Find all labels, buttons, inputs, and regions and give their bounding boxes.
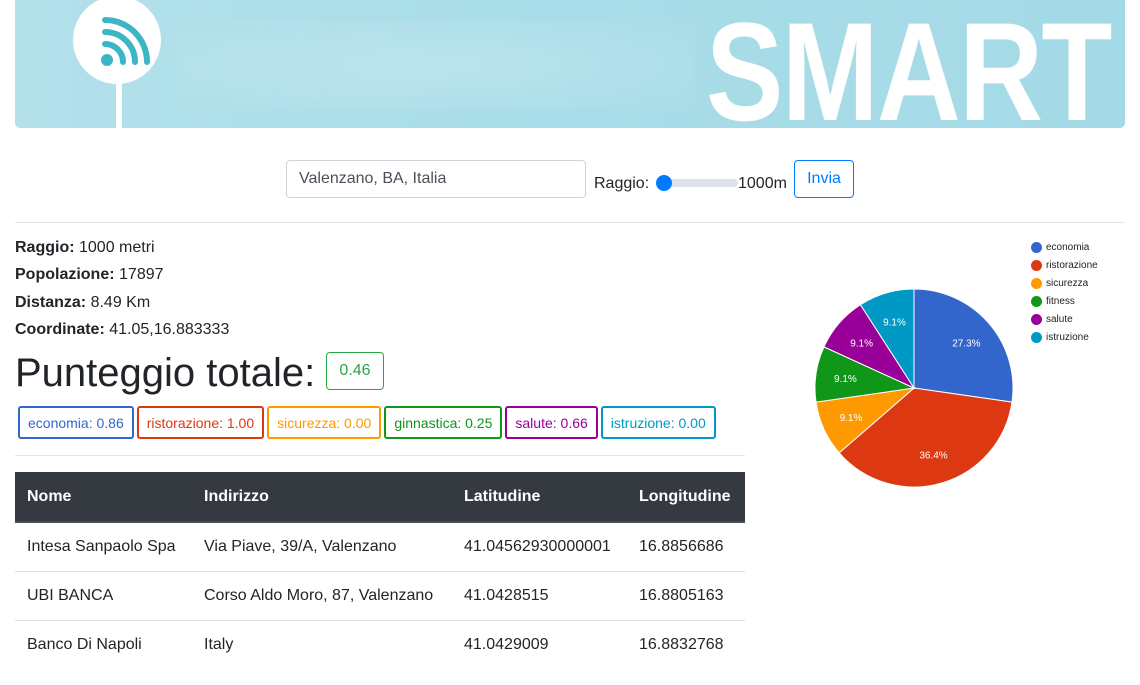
- divider: [15, 222, 1125, 223]
- category-badge-economia: economia: 0.86: [18, 406, 134, 439]
- radius-slider-thumb[interactable]: [656, 175, 672, 191]
- pie-label-economia: 27.3%: [952, 339, 980, 350]
- category-badge-ristorazione: ristorazione: 1.00: [136, 406, 265, 439]
- wifi-icon: [101, 17, 150, 66]
- pie-label-ristorazione: 36.4%: [919, 450, 947, 461]
- header-banner: SMART: [15, 0, 1125, 128]
- legend-label: ristorazione: [1046, 259, 1098, 271]
- column-header: Nome: [15, 472, 192, 523]
- legend-item-salute: salute: [1031, 310, 1098, 328]
- category-badge-ginnastica: ginnastica: 0.25: [384, 406, 503, 439]
- banner-haze: [175, 20, 695, 110]
- column-header: Latitudine: [452, 472, 627, 523]
- cell-longitudine: 16.8856686: [639, 537, 724, 555]
- info-coordinate: Coordinate: 41.05,16.883333: [15, 321, 230, 338]
- info-distanza: Distanza: 8.49 Km: [15, 294, 151, 311]
- info-popolazione: Popolazione: 17897: [15, 266, 164, 283]
- category-scores: economia: 0.86 ristorazione: 1.00 sicure…: [18, 406, 716, 439]
- table-row: UBI BANCA Corso Aldo Moro, 87, Valenzano…: [15, 570, 745, 620]
- cell-latitudine: 41.0429009: [452, 619, 627, 669]
- pie-label-fitness: 9.1%: [834, 374, 857, 385]
- chart-legend: economia ristorazione sicurezza fitness salu…: [1031, 238, 1098, 346]
- legend-swatch: [1031, 259, 1042, 271]
- category-badge-salute: salute: 0.66: [505, 406, 598, 439]
- legend-swatch: [1031, 331, 1042, 343]
- legend-swatch: [1031, 241, 1042, 253]
- legend-item-ristorazione: ristorazione: [1031, 256, 1098, 274]
- column-header: Longitudine: [627, 472, 745, 523]
- legend-label: fitness: [1046, 295, 1075, 307]
- legend-swatch: [1031, 277, 1042, 289]
- cell-latitudine: 41.0428515: [452, 570, 627, 620]
- cell-nome: Banco Di Napoli: [15, 619, 192, 669]
- radius-label: Raggio:: [594, 175, 650, 192]
- divider: [15, 455, 745, 456]
- legend-label: sicurezza: [1046, 277, 1089, 289]
- cell-nome: UBI BANCA: [15, 570, 192, 620]
- legend-item-istruzione: istruzione: [1031, 328, 1098, 346]
- legend-item-economia: economia: [1031, 238, 1098, 256]
- pie-label-istruzione: 9.1%: [883, 318, 906, 329]
- legend-item-fitness: fitness: [1031, 292, 1098, 310]
- cell-longitudine: 16.8832768: [627, 619, 745, 669]
- total-score-badge: 0.46: [326, 352, 384, 390]
- legend-item-sicurezza: sicurezza: [1031, 274, 1098, 292]
- pie-label-salute: 9.1%: [850, 339, 873, 350]
- table-header-row: Nome Indirizzo Latitudine Longitudine: [15, 472, 745, 523]
- legend-label: istruzione: [1046, 331, 1089, 343]
- table-row: Intesa Sanpaolo Spa Via Piave, 39/A, Val…: [15, 522, 745, 571]
- radius-value: 1000m: [738, 175, 787, 192]
- legend-label: economia: [1046, 241, 1090, 253]
- location-input[interactable]: [286, 160, 586, 198]
- cell-latitudine: 41.04562930000001: [464, 537, 611, 555]
- pie-label-sicurezza: 9.1%: [840, 413, 863, 424]
- cell-indirizzo: Italy: [192, 619, 452, 669]
- category-badge-sicurezza: sicurezza: 0.00: [267, 406, 382, 439]
- column-header: Indirizzo: [192, 472, 452, 523]
- brand-title: SMART: [706, 0, 1112, 129]
- legend-swatch: [1031, 313, 1042, 325]
- table-row: Banco Di Napoli Italy 41.0429009 16.8832…: [15, 619, 745, 669]
- category-badge-istruzione: istruzione: 0.00: [600, 406, 716, 439]
- info-raggio: Raggio: 1000 metri: [15, 239, 155, 256]
- submit-button[interactable]: Invia: [794, 160, 854, 198]
- total-score-title: Punteggio totale:: [15, 351, 316, 395]
- cell-nome: Intesa Sanpaolo Spa: [27, 537, 176, 555]
- cell-indirizzo: Via Piave, 39/A, Valenzano: [204, 537, 397, 555]
- results-table: Nome Indirizzo Latitudine Longitudine In…: [15, 472, 745, 669]
- legend-swatch: [1031, 295, 1042, 307]
- cell-indirizzo: Corso Aldo Moro, 87, Valenzano: [192, 570, 452, 620]
- cell-longitudine: 16.8805163: [627, 570, 745, 620]
- legend-label: salute: [1046, 313, 1073, 325]
